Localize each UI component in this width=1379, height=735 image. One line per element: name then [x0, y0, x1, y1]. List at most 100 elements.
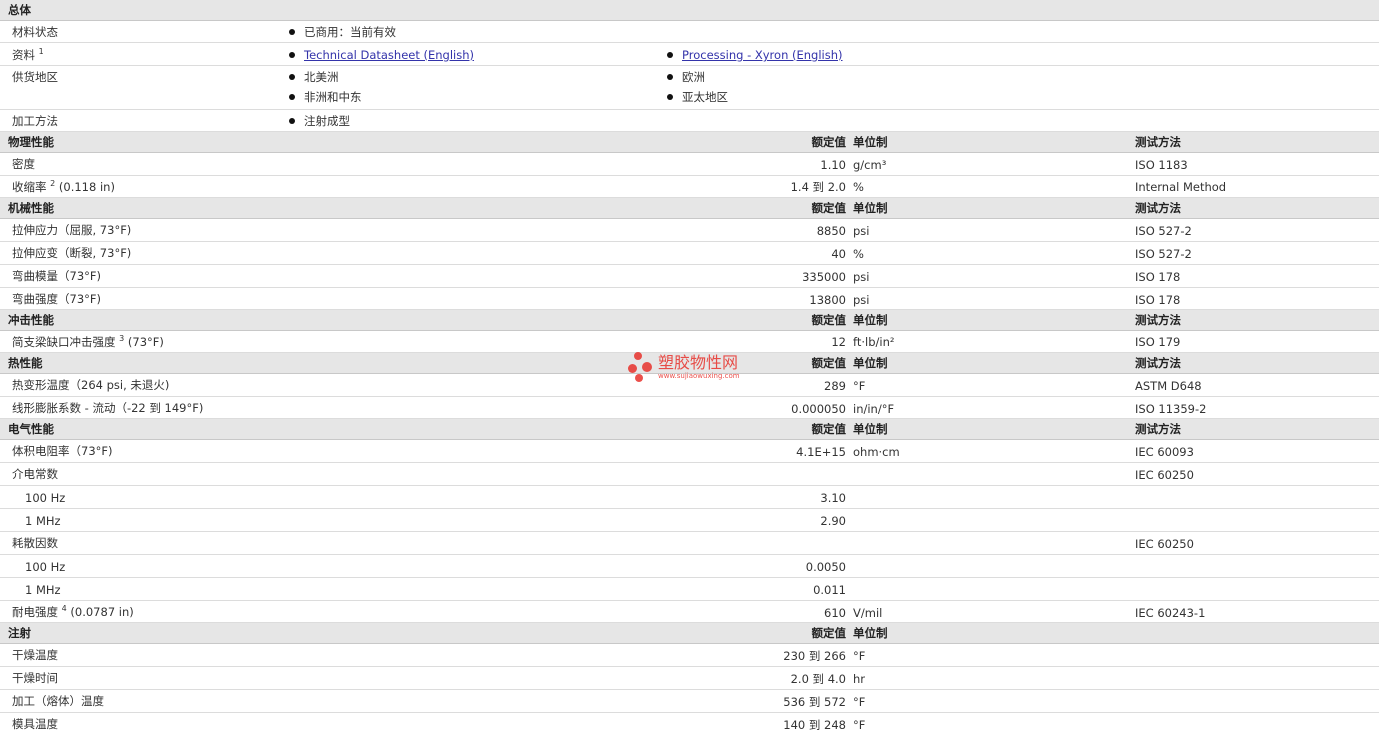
section-title: 物理性能 [8, 135, 54, 149]
unit-value: °F [853, 379, 866, 393]
sub-property-label: 1 MHz [25, 583, 61, 597]
data-row: 收缩率 2 (0.118 in) 1.4 到 2.0 % Internal Me… [0, 176, 1379, 198]
data-row: 100 Hz 0.0050 [0, 555, 1379, 578]
test-method: IEC 60243-1 [1135, 606, 1206, 620]
nominal-value: 610 [824, 606, 846, 620]
test-method: ASTM D648 [1135, 379, 1202, 393]
property-label: 耐电强度 4 (0.0787 in) [12, 604, 134, 620]
unit-value: psi [853, 224, 870, 238]
unit-value: hr [853, 672, 866, 686]
nominal-header: 额定值 [811, 313, 847, 327]
test-method: ISO 1183 [1135, 158, 1188, 172]
nominal-value: 1.4 到 2.0 [790, 180, 846, 194]
nominal-value: 0.000050 [791, 402, 846, 416]
unit-value: ohm·cm [853, 445, 900, 459]
data-row: 介电常数 IEC 60250 [0, 463, 1379, 486]
nominal-header: 额定值 [811, 201, 847, 215]
section-header-physical: 物理性能 额定值 单位制 测试方法 [0, 132, 1379, 153]
test-method: Internal Method [1135, 180, 1227, 194]
test-method: ISO 178 [1135, 270, 1181, 284]
unit-value: V/mil [853, 606, 883, 620]
property-label: 弯曲模量（73°F) [12, 269, 101, 283]
data-row: 干燥温度 230 到 266 °F [0, 644, 1379, 667]
data-row: 耐电强度 4 (0.0787 in) 610 V/mil IEC 60243-1 [0, 601, 1379, 623]
nominal-value: 1.10 [820, 158, 846, 172]
unit-value: ft·lb/in² [853, 335, 895, 349]
data-row: 体积电阻率（73°F) 4.1E+15 ohm·cm IEC 60093 [0, 440, 1379, 463]
region-item: 欧洲 [682, 70, 705, 84]
data-row: 干燥时间 2.0 到 4.0 hr [0, 667, 1379, 690]
nominal-value: 40 [831, 247, 846, 261]
property-label: 密度 [12, 157, 35, 171]
bullet-icon [289, 52, 295, 58]
section-title: 注射 [8, 626, 31, 640]
processing-link[interactable]: Processing - Xyron (English) [682, 48, 843, 62]
data-row: 100 Hz 3.10 [0, 486, 1379, 509]
datasheet-link[interactable]: Technical Datasheet (English) [304, 48, 474, 62]
watermark-url: www.sujiaowuxing.com [658, 372, 740, 380]
nominal-value: 3.10 [820, 491, 846, 505]
section-header-mechanical: 机械性能 额定值 单位制 测试方法 [0, 198, 1379, 219]
bullet-icon [289, 29, 295, 35]
section-title: 冲击性能 [8, 313, 54, 327]
property-label: 简支梁缺口冲击强度 3 (73°F) [12, 334, 164, 350]
unit-header: 单位制 [853, 356, 888, 370]
test-method: IEC 60250 [1135, 537, 1194, 551]
row-documents: 资料 1 Technical Datasheet (English) Proce… [0, 43, 1379, 66]
test-method: ISO 11359-2 [1135, 402, 1207, 416]
unit-value: g/cm³ [853, 158, 887, 172]
bullet-icon [289, 94, 295, 100]
row-processing-method: 加工方法 注射成型 [0, 110, 1379, 132]
logo-dot-icon [635, 374, 643, 382]
unit-value: °F [853, 649, 866, 663]
logo-dot-icon [634, 352, 642, 360]
section-title: 热性能 [8, 356, 43, 370]
sub-property-label: 1 MHz [25, 514, 61, 528]
property-label: 弯曲强度（73°F) [12, 292, 101, 306]
test-header: 测试方法 [1135, 201, 1181, 215]
sub-property-label: 100 Hz [25, 560, 66, 574]
test-method: ISO 178 [1135, 293, 1181, 307]
data-row: 耗散因数 IEC 60250 [0, 532, 1379, 555]
data-row: 线形膨胀系数 - 流动（-22 到 149°F) 0.000050 in/in/… [0, 397, 1379, 419]
unit-value: °F [853, 695, 866, 709]
unit-header: 单位制 [853, 626, 888, 640]
property-label: 资料 1 [12, 47, 44, 63]
section-title: 电气性能 [8, 422, 54, 436]
property-label: 供货地区 [12, 70, 58, 84]
unit-value: in/in/°F [853, 402, 895, 416]
property-label: 模具温度 [12, 717, 58, 731]
nominal-value: 8850 [816, 224, 846, 238]
nominal-header: 额定值 [811, 135, 847, 149]
row-regions: 供货地区 北美洲 欧洲 非洲和中东 亚太地区 [0, 66, 1379, 110]
status-value: 已商用：当前有效 [304, 25, 396, 39]
bullet-icon [289, 74, 295, 80]
nominal-value: 335000 [802, 270, 846, 284]
property-label: 耗散因数 [12, 536, 58, 550]
nominal-value: 12 [831, 335, 846, 349]
unit-header: 单位制 [853, 135, 888, 149]
data-row: 加工（熔体）温度 536 到 572 °F [0, 690, 1379, 713]
nominal-header: 额定值 [811, 626, 847, 640]
property-label: 介电常数 [12, 467, 58, 481]
nominal-value: 2.90 [820, 514, 846, 528]
unit-header: 单位制 [853, 313, 888, 327]
property-label: 拉伸应力（屈服, 73°F) [12, 223, 132, 237]
test-header: 测试方法 [1135, 422, 1181, 436]
nominal-value: 13800 [809, 293, 846, 307]
data-row: 1 MHz 0.011 [0, 578, 1379, 601]
sub-property-label: 100 Hz [25, 491, 66, 505]
property-label: 加工（熔体）温度 [12, 694, 104, 708]
test-method: ISO 527-2 [1135, 224, 1192, 238]
property-label: 材料状态 [12, 25, 58, 39]
unit-header: 单位制 [853, 201, 888, 215]
data-row: 模具温度 140 到 248 °F [0, 713, 1379, 735]
test-method: ISO 179 [1135, 335, 1181, 349]
row-material-status: 材料状态 已商用：当前有效 [0, 21, 1379, 43]
nominal-value: 0.011 [813, 583, 846, 597]
logo-dot-icon [642, 362, 652, 372]
section-header-injection: 注射 额定值 单位制 [0, 623, 1379, 644]
test-header: 测试方法 [1135, 135, 1181, 149]
logo-dot-icon [628, 364, 637, 373]
test-method: IEC 60250 [1135, 468, 1194, 482]
